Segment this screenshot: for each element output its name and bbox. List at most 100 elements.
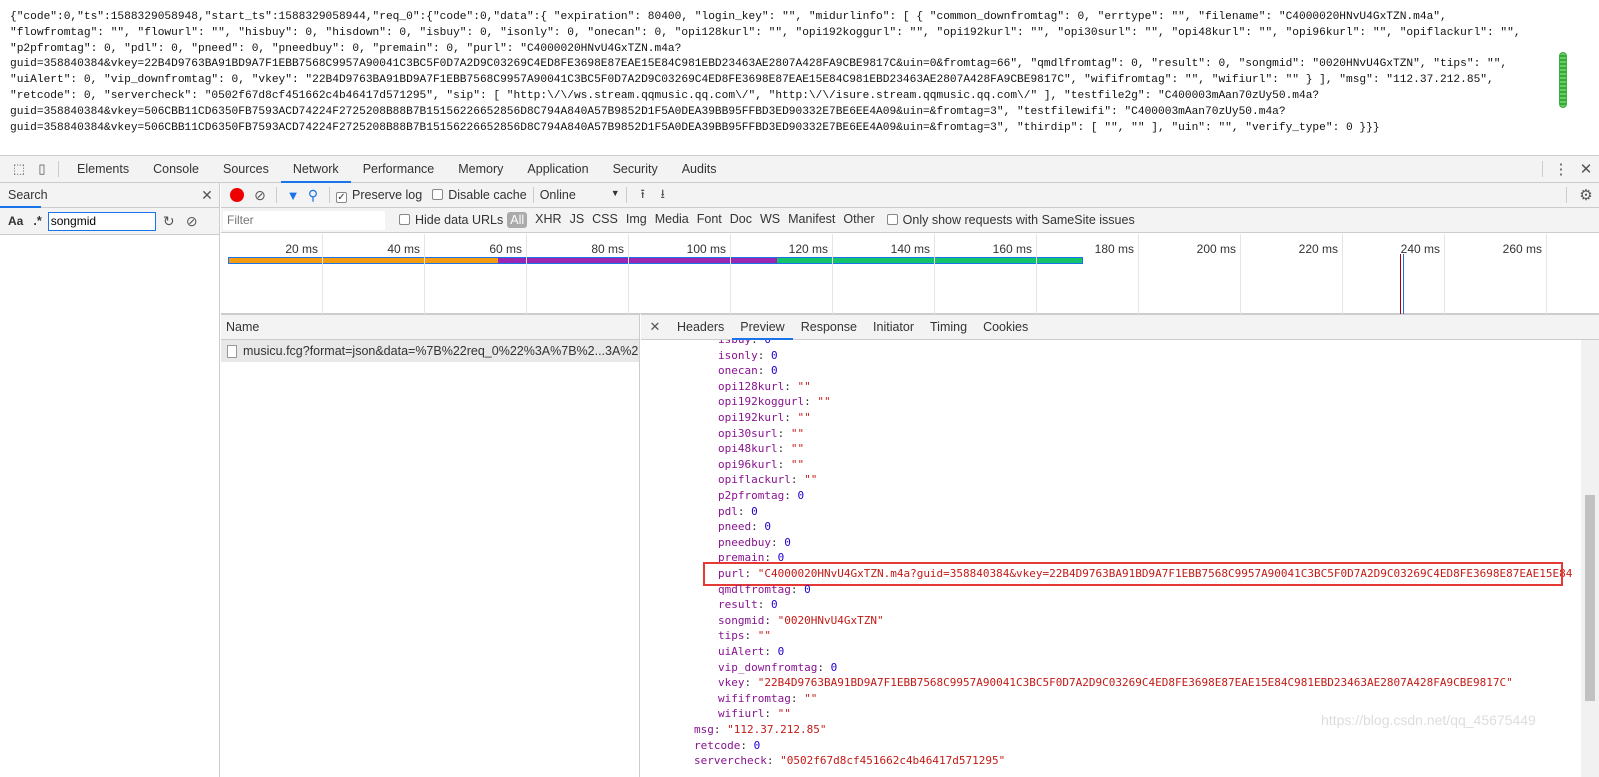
tick-label: 260 ms [1502,242,1542,256]
name-column-header[interactable]: Name [221,320,259,334]
tick-label: 20 ms [285,242,318,256]
preview-property[interactable]: uiAlert: 0 [718,644,784,660]
tab-console[interactable]: Console [141,156,211,183]
preview-property[interactable]: opi128kurl: "" [718,379,811,395]
tab-preview[interactable]: Preview [732,315,793,340]
filter-type-media[interactable]: Media [651,212,693,228]
filter-input[interactable] [223,210,385,230]
property-value: "112.37.212.85" [727,723,827,736]
search-panel-title: Search [0,183,48,208]
throttle-select[interactable]: Online ▼ [540,188,620,202]
timeline-tick: 220 ms [1241,234,1343,314]
preview-scrollbar[interactable] [1581,340,1599,777]
filter-type-all[interactable]: All [507,212,528,228]
preview-property[interactable]: msg: "112.37.212.85" [694,722,826,738]
close-devtools-icon[interactable]: ✕ [1573,160,1599,178]
preview-property[interactable]: isonly: 0 [718,348,778,364]
preview-property[interactable]: qmdlfromtag: 0 [718,582,811,598]
filter-type-xhr[interactable]: XHR [531,212,565,228]
property-value: "" [757,629,771,643]
timeline-tick: 120 ms [731,234,833,314]
preview-property[interactable]: opi192kurl: "" [718,410,811,426]
clear-log-icon[interactable]: ⊘ [250,187,270,204]
export-har-icon[interactable]: ⭳ [653,185,673,206]
property-key: pneed [718,520,752,534]
search-input[interactable] [47,211,156,231]
preview-property[interactable]: servercheck: "0502f67d8cf451662c4b46417d… [694,753,1005,769]
settings-gear-icon[interactable]: ⚙ [1573,186,1599,204]
property-key: tips [718,629,745,643]
document-icon [227,344,237,358]
filter-icon[interactable]: ▼ [283,188,303,203]
request-row[interactable]: musicu.fcg?format=json&data=%7B%22req_0%… [221,340,639,362]
clear-icon[interactable]: ⊘ [182,213,202,230]
page-scrollbar[interactable] [1559,52,1567,108]
preview-property[interactable]: pneed: 0 [718,519,771,535]
record-icon[interactable] [230,188,244,202]
tab-application[interactable]: Application [515,156,600,183]
preview-property[interactable]: vkey: "22B4D9763BA91BD9A7F1EBB7568C9957A… [718,675,1513,691]
preview-property[interactable]: wifiurl: "" [718,706,791,722]
preview-property[interactable]: songmid: "0020HNvU4GxTZN" [718,613,884,629]
filter-type-js[interactable]: JS [566,212,589,228]
filter-type-doc[interactable]: Doc [726,212,756,228]
timeline-tick: 200 ms [1139,234,1241,314]
search-icon[interactable]: ⚲ [303,187,323,204]
inspect-element-icon[interactable]: ⬚ [6,161,32,177]
match-case-toggle[interactable]: Aa [0,214,31,228]
samesite-checkbox[interactable]: Only show requests with SameSite issues [886,213,1135,227]
preserve-log-checkbox[interactable]: ✓ Preserve log [336,188,422,203]
preview-property[interactable]: opi192koggurl: "" [718,394,831,410]
preview-property[interactable]: opi96kurl: "" [718,457,804,473]
property-key: wififromtag [718,691,791,705]
device-toolbar-icon[interactable]: ▯ [32,161,52,177]
tab-cookies[interactable]: Cookies [975,315,1036,340]
preview-property[interactable]: pneedbuy: 0 [718,535,791,551]
preview-property[interactable]: retcode: 0 [694,738,760,754]
hide-data-urls-checkbox[interactable]: Hide data URLs [399,213,503,227]
import-har-icon[interactable]: ⭱ [633,185,653,206]
tab-headers[interactable]: Headers [669,315,732,340]
tick-label: 160 ms [992,242,1032,256]
filter-type-ws[interactable]: WS [756,212,784,228]
property-value: 0 [804,582,811,596]
tab-security[interactable]: Security [601,156,670,183]
tab-sources[interactable]: Sources [211,156,281,183]
tab-timing[interactable]: Timing [922,315,975,340]
preview-property[interactable]: vip_downfromtag: 0 [718,660,837,676]
tab-memory[interactable]: Memory [446,156,515,183]
filter-type-other[interactable]: Other [839,212,878,228]
refresh-icon[interactable]: ↻ [156,213,182,230]
preview-property[interactable]: result: 0 [718,597,778,613]
regex-toggle[interactable]: .* [31,214,47,228]
tab-network[interactable]: Network [280,156,351,183]
disable-cache-checkbox[interactable]: Disable cache [432,188,527,202]
preview-property[interactable]: p2pfromtag: 0 [718,488,804,504]
tab-initiator[interactable]: Initiator [865,315,922,340]
tick-label: 80 ms [591,242,624,256]
preview-property[interactable]: wififromtag: "" [718,691,817,707]
close-search-icon[interactable]: ✕ [195,187,219,204]
network-overview-timeline[interactable]: 20 ms 40 ms 60 ms 80 ms 100 ms 120 ms 140 ms 16… [221,234,1599,314]
filter-type-img[interactable]: Img [622,212,651,228]
preview-property[interactable]: pdl: 0 [718,504,758,520]
filter-type-css[interactable]: CSS [588,212,622,228]
preview-property[interactable]: onecan: 0 [718,363,778,379]
tab-response[interactable]: Response [793,315,865,340]
preview-property[interactable]: opi30surl: "" [718,426,804,442]
property-key: servercheck [694,754,767,768]
preview-property[interactable]: opi48kurl: "" [718,441,804,457]
close-detail-icon[interactable]: ✕ [641,319,669,335]
tick-label: 120 ms [788,242,828,256]
more-options-icon[interactable]: ⋮ [1549,160,1573,178]
raw-json-line: "p2pfromtag": 0, "pdl": 0, "pneed": 0, "… [10,42,682,55]
tab-performance[interactable]: Performance [351,156,447,183]
tab-audits[interactable]: Audits [670,156,729,183]
filter-type-manifest[interactable]: Manifest [784,212,839,228]
network-panel: ⊘ ▼ ⚲ ✓ Preserve log Disable cache Online… [221,183,1599,777]
preview-property[interactable]: opiflackurl: "" [718,472,817,488]
filter-type-font[interactable]: Font [693,212,726,228]
preview-property[interactable]: tips: "" [718,628,771,644]
request-name[interactable]: musicu.fcg?format=json&data=%7B%22req_0%… [243,344,639,358]
tab-elements[interactable]: Elements [65,156,141,183]
